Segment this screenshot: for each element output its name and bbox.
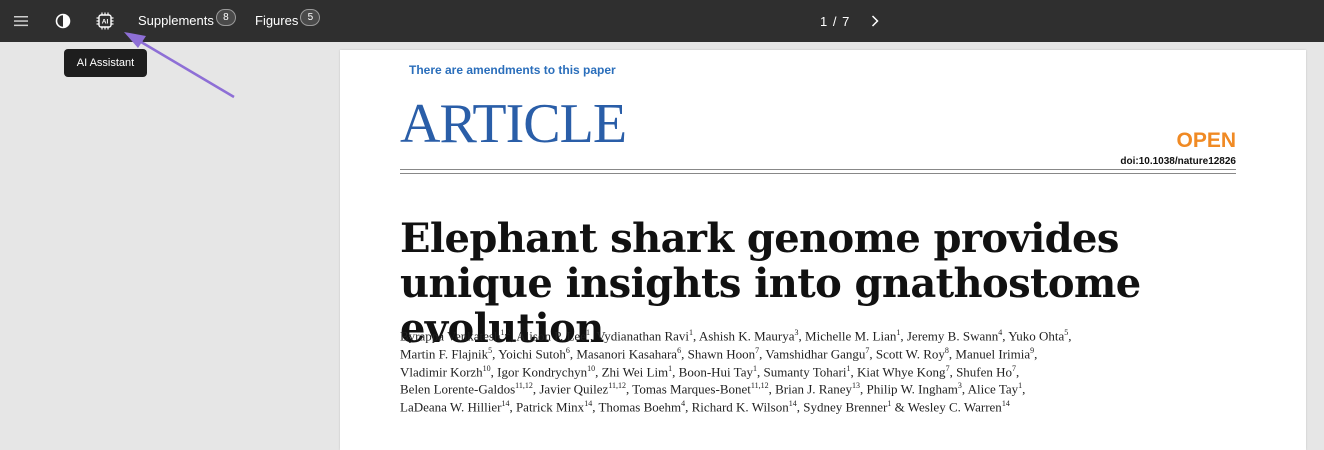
author-name: Ashish K. Maurya bbox=[698, 328, 795, 344]
author-name: Boon-Hui Tay bbox=[678, 363, 753, 379]
author-name: Masanori Kasahara bbox=[576, 346, 678, 362]
author-line: Byrappa Venkatesh1,2, Alison P. Lee1, Vy… bbox=[400, 328, 1072, 344]
author-name: Kiat Whye Kong bbox=[856, 363, 946, 379]
author-affiliation: 8 bbox=[944, 345, 949, 355]
author-affiliation: 1 bbox=[753, 363, 757, 373]
author-affiliation: 14 bbox=[1001, 399, 1010, 409]
author-name: Vydianathan Ravi bbox=[596, 328, 690, 344]
open-access-label: OPEN bbox=[1176, 129, 1236, 152]
author-affiliation: 5 bbox=[488, 345, 493, 355]
author-name: Shawn Hoon bbox=[687, 346, 756, 362]
menu-icon[interactable] bbox=[9, 9, 33, 33]
author-affiliation: 6 bbox=[565, 345, 570, 355]
author-affiliation: 1 bbox=[585, 328, 590, 337]
author-line: Martin F. Flajnik5, Yoichi Sutoh6, Masan… bbox=[400, 345, 1038, 362]
author-name: Brian J. Raney bbox=[775, 381, 852, 397]
author-affiliation: 7 bbox=[865, 345, 870, 355]
author-name: Vladimir Korzh bbox=[400, 363, 483, 379]
figures-count-badge: 5 bbox=[300, 9, 321, 26]
author-affiliation: 11,12 bbox=[515, 381, 533, 391]
figures-label: Figures bbox=[255, 13, 299, 28]
contrast-icon[interactable] bbox=[51, 9, 75, 33]
author-name: Zhi Wei Lim bbox=[601, 363, 669, 379]
author-affiliation: 14 bbox=[788, 399, 797, 409]
top-toolbar: AI Supplements 8 Figures 5 1 / 7 bbox=[0, 0, 1324, 42]
author-name: Byrappa Venkatesh bbox=[400, 328, 501, 344]
supplements-count-badge: 8 bbox=[215, 9, 236, 26]
author-affiliation: 11,12 bbox=[608, 381, 627, 391]
author-line: Belen Lorente-Galdos11,12, Javier Quilez… bbox=[400, 381, 1026, 397]
document-page: There are amendments to this paper ARTIC… bbox=[340, 50, 1306, 450]
author-name: Michelle M. Lian bbox=[805, 328, 897, 344]
page-indicator: 1 / 7 bbox=[820, 14, 851, 29]
figures-button[interactable]: Figures 5 bbox=[255, 9, 321, 28]
author-affiliation: 5 bbox=[1064, 328, 1069, 337]
author-affiliation: 10 bbox=[482, 363, 491, 373]
author-name: Manuel Irimia bbox=[955, 346, 1031, 362]
author-name: Philip W. Ingham bbox=[866, 381, 958, 397]
doi-text: doi:10.1038/nature12826 bbox=[1120, 156, 1236, 167]
author-affiliation: 4 bbox=[998, 328, 1003, 337]
author-name: Vamshidhar Gangu bbox=[765, 346, 866, 362]
author-name: Richard K. Wilson bbox=[691, 399, 789, 415]
author-affiliation: 7 bbox=[945, 363, 950, 373]
author-name: Shufen Ho bbox=[956, 363, 1013, 379]
amendment-notice-link[interactable]: There are amendments to this paper bbox=[409, 63, 616, 77]
header-rule bbox=[400, 173, 1236, 174]
author-affiliation: 7 bbox=[755, 345, 760, 355]
author-name: Yoichi Sutoh bbox=[498, 346, 566, 362]
author-affiliation: 1 bbox=[1018, 381, 1023, 391]
author-affiliation: 1 bbox=[887, 399, 892, 409]
author-affiliation: 7 bbox=[1012, 363, 1017, 373]
chevron-right-icon[interactable] bbox=[866, 12, 884, 30]
author-name: Belen Lorente-Galdos bbox=[400, 381, 516, 397]
author-name: Tomas Marques-Bonet bbox=[632, 381, 751, 397]
header-rule bbox=[400, 169, 1236, 170]
author-affiliation: 1 bbox=[896, 328, 901, 337]
supplements-label: Supplements bbox=[138, 13, 214, 28]
author-affiliation: 3 bbox=[957, 381, 962, 391]
ai-chip-icon[interactable]: AI bbox=[93, 9, 117, 33]
author-name: Yuko Ohta bbox=[1008, 328, 1065, 344]
svg-text:AI: AI bbox=[102, 19, 109, 26]
author-affiliation: 14 bbox=[584, 399, 593, 409]
author-name: Wesley C. Warren bbox=[907, 399, 1002, 415]
author-affiliation: 1 bbox=[846, 363, 851, 373]
author-name: Martin F. Flajnik bbox=[400, 346, 489, 362]
author-name: Patrick Minx bbox=[515, 399, 585, 415]
ai-assistant-tooltip: AI Assistant bbox=[64, 49, 147, 77]
author-name: Jeremy B. Swann bbox=[906, 328, 999, 344]
supplements-button[interactable]: Supplements 8 bbox=[138, 9, 236, 28]
article-type-label: ARTICLE bbox=[400, 93, 627, 155]
author-affiliation: 13 bbox=[851, 381, 860, 391]
author-affiliation: 10 bbox=[587, 363, 596, 373]
author-list: Byrappa Venkatesh1,2, Alison P. Lee1, Vy… bbox=[400, 326, 1280, 415]
author-name: LaDeana W. Hillier bbox=[400, 399, 502, 415]
author-name: Thomas Boehm bbox=[598, 399, 682, 415]
author-affiliation: 3 bbox=[794, 328, 799, 337]
author-line: Vladimir Korzh10, Igor Kondrychyn10, Zhi… bbox=[400, 363, 1020, 379]
author-name: Scott W. Roy bbox=[875, 346, 945, 362]
author-affiliation: 4 bbox=[681, 399, 686, 409]
author-name: Alice Tay bbox=[967, 381, 1019, 397]
author-line: LaDeana W. Hillier14, Patrick Minx14, Th… bbox=[400, 399, 1010, 415]
author-affiliation: 14 bbox=[501, 399, 510, 409]
author-name: Sydney Brenner bbox=[803, 399, 888, 415]
author-name: Javier Quilez bbox=[539, 381, 609, 397]
author-name: Alison P. Lee bbox=[516, 328, 586, 344]
author-affiliation: 1 bbox=[668, 363, 673, 373]
author-name: Igor Kondrychyn bbox=[497, 363, 588, 379]
author-affiliation: 11,12 bbox=[750, 381, 769, 391]
author-affiliation: 9 bbox=[1030, 345, 1035, 355]
author-affiliation: 1 bbox=[689, 328, 694, 337]
author-affiliation: 1,2 bbox=[500, 328, 511, 337]
author-name: Sumanty Tohari bbox=[763, 363, 847, 379]
author-affiliation: 6 bbox=[677, 345, 682, 355]
